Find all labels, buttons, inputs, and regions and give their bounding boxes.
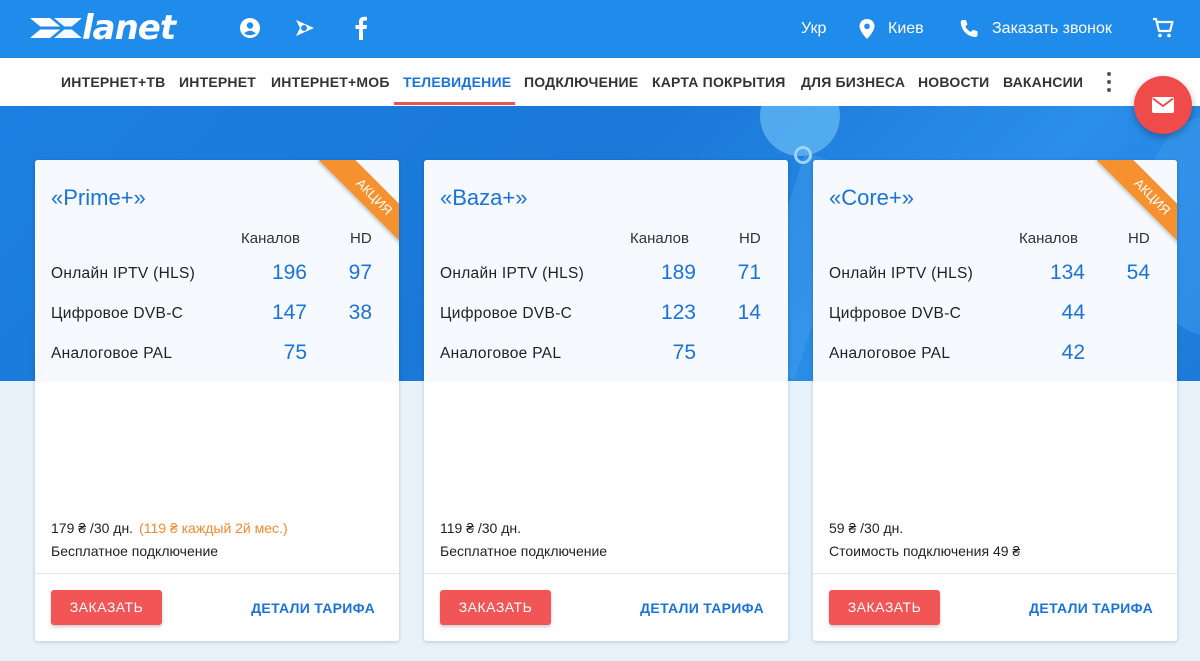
iptv-hd-value: 71 <box>737 261 761 284</box>
location-pin-icon <box>859 19 875 39</box>
iptv-hd-value: 97 <box>348 261 372 284</box>
dvbc-label: Цифровое DVB-C <box>829 305 962 322</box>
phone-icon <box>960 20 978 37</box>
order-button[interactable]: ЗАКАЗАТЬ <box>829 590 940 625</box>
nav-item-vacancies[interactable]: ВАКАНСИИ <box>1003 58 1083 106</box>
tariff-title: «Baza+» <box>440 185 528 210</box>
tariff-details-link[interactable]: ДЕТАЛИ ТАРИФА <box>640 600 764 616</box>
callback-label: Заказать звонок <box>992 20 1112 37</box>
tariff-title: «Prime+» <box>51 185 146 210</box>
nav-item-internet-mob[interactable]: ИНТЕРНЕТ+МОБ <box>271 58 390 106</box>
order-button[interactable]: ЗАКАЗАТЬ <box>51 590 162 625</box>
iptv-label: Онлайн IPTV (HLS) <box>51 265 196 282</box>
dvbc-hd-value: 38 <box>348 301 372 324</box>
top-bar: lanet Укр Киев Заказать звонок <box>0 0 1200 58</box>
iptv-hd-value: 54 <box>1126 261 1150 284</box>
account-icon[interactable] <box>237 15 263 41</box>
nav-active-indicator <box>394 102 515 105</box>
facebook-icon[interactable] <box>348 15 374 41</box>
iptv-channels-value: 189 <box>660 261 696 284</box>
nav-item-television[interactable]: ТЕЛЕВИДЕНИЕ <box>403 58 511 106</box>
tv-play-icon[interactable] <box>292 15 318 41</box>
mail-button[interactable] <box>1134 76 1192 134</box>
dvbc-label: Цифровое DVB-C <box>440 305 573 322</box>
promo-price: (119 ₴ каждый 2й мес.) <box>139 520 288 536</box>
pal-label: Аналоговое PAL <box>440 345 562 362</box>
price-value: 179 ₴ /30 дн. <box>51 520 134 536</box>
pal-channels-value: 42 <box>1061 341 1085 364</box>
iptv-label: Онлайн IPTV (HLS) <box>829 265 974 282</box>
nav-item-business[interactable]: ДЛЯ БИЗНЕСА <box>801 58 905 106</box>
language-label: Укр <box>801 20 827 37</box>
hd-header: HD <box>739 230 761 247</box>
more-menu-icon[interactable] <box>1104 72 1114 92</box>
iptv-channels-value: 196 <box>271 261 307 284</box>
price-text: 119 ₴ /30 дн. <box>440 520 521 536</box>
tariff-title: «Core+» <box>829 185 915 210</box>
channels-header: Каналов <box>1019 230 1078 247</box>
language-switch[interactable]: Укр <box>801 0 826 58</box>
channels-header: Каналов <box>241 230 300 247</box>
nav-item-coverage-map[interactable]: КАРТА ПОКРЫТИЯ <box>652 58 786 106</box>
dvbc-hd-value: 14 <box>737 301 761 324</box>
price-text: 59 ₴ /30 дн. <box>829 520 903 536</box>
tariff-card-core: АКЦИЯ «Core+» Каналов HD Онлайн IPTV (HL… <box>813 160 1177 641</box>
channels-header: Каналов <box>630 230 689 247</box>
tariff-card-baza: «Baza+» Каналов HD Онлайн IPTV (HLS) 189… <box>424 160 788 641</box>
order-button[interactable]: ЗАКАЗАТЬ <box>440 590 551 625</box>
nav-item-internet-tv[interactable]: ИНТЕРНЕТ+ТВ <box>61 58 165 106</box>
main-nav: ИНТЕРНЕТ+ТВ ИНТЕРНЕТ ИНТЕРНЕТ+МОБ ТЕЛЕВИ… <box>0 58 1200 106</box>
tariff-card-prime: АКЦИЯ «Prime+» Каналов HD Онлайн IPTV (H… <box>35 160 399 641</box>
hd-header: HD <box>1128 230 1150 247</box>
city-label: Киев <box>888 20 924 37</box>
iptv-label: Онлайн IPTV (HLS) <box>440 265 585 282</box>
lanet-logo[interactable]: lanet <box>28 8 218 48</box>
dvbc-label: Цифровое DVB-C <box>51 305 184 322</box>
logo-mark-icon <box>28 18 84 38</box>
dvbc-channels-value: 44 <box>1061 301 1085 324</box>
pal-label: Аналоговое PAL <box>51 345 173 362</box>
price-text: 179 ₴ /30 дн. (119 ₴ каждый 2й мес.) <box>51 520 288 536</box>
connection-text: Стоимость подключения 49 ₴ <box>829 543 1021 559</box>
nav-item-news[interactable]: НОВОСТИ <box>918 58 989 106</box>
cart-icon[interactable] <box>1150 15 1176 41</box>
pal-channels-value: 75 <box>672 341 696 364</box>
pal-label: Аналоговое PAL <box>829 345 951 362</box>
tariff-details-link[interactable]: ДЕТАЛИ ТАРИФА <box>1029 600 1153 616</box>
tariff-details-link[interactable]: ДЕТАЛИ ТАРИФА <box>251 600 375 616</box>
connection-text: Бесплатное подключение <box>440 543 608 559</box>
mail-icon <box>1152 97 1174 113</box>
nav-item-internet[interactable]: ИНТЕРНЕТ <box>179 58 256 106</box>
dvbc-channels-value: 123 <box>660 301 696 324</box>
nav-item-connection[interactable]: ПОДКЛЮЧЕНИЕ <box>524 58 638 106</box>
iptv-channels-value: 134 <box>1049 261 1085 284</box>
pal-channels-value: 75 <box>283 341 307 364</box>
price-value: 59 ₴ /30 дн. <box>829 520 904 536</box>
callback-button[interactable]: Заказать звонок <box>958 0 1112 58</box>
connection-text: Бесплатное подключение <box>51 543 219 559</box>
dvbc-channels-value: 147 <box>271 301 307 324</box>
price-value: 119 ₴ /30 дн. <box>440 520 522 536</box>
hd-header: HD <box>350 230 372 247</box>
city-selector[interactable]: Киев <box>858 0 924 58</box>
logo-text: lanet <box>82 8 176 48</box>
